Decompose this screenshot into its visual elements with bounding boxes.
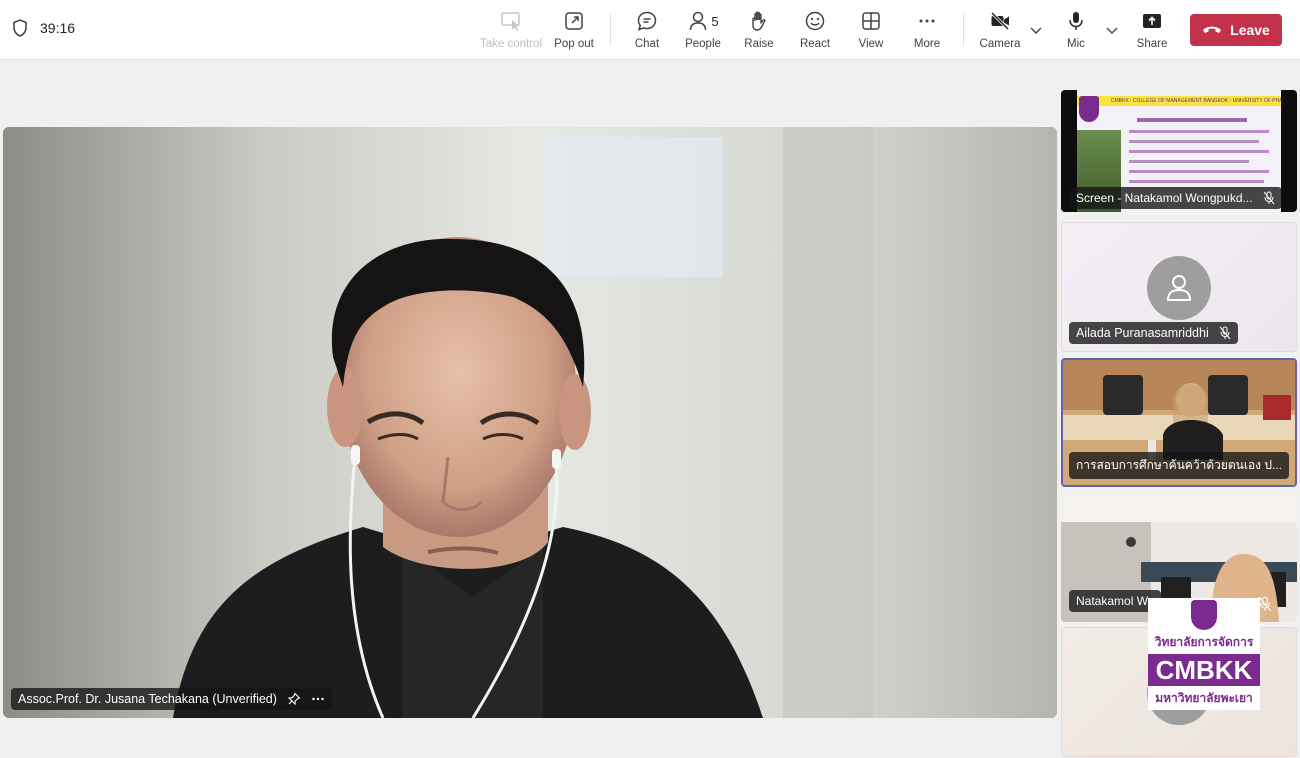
meeting-timer: 39:16	[12, 19, 75, 37]
main-speaker-nametag: Assoc.Prof. Dr. Jusana Techakana (Unveri…	[11, 688, 332, 710]
camera-off-icon	[990, 11, 1010, 31]
camera-label: Camera	[979, 38, 1021, 50]
pop-out-icon	[565, 12, 583, 30]
watermark-line3: มหาวิทยาลัยพะเยา	[1155, 691, 1253, 705]
speaker-video-frame	[3, 127, 1057, 718]
participant-nametag: การสอบการศึกษาค้นคว้าด้วยตนเอง ป...	[1069, 452, 1289, 479]
take-control-label: Take control	[480, 38, 543, 50]
university-crest-icon	[1191, 600, 1217, 630]
hang-up-icon	[1203, 26, 1222, 33]
mic-off-icon	[1258, 596, 1272, 612]
cmbkk-watermark: วิทยาลัยการจัดการ CMBKK มหาวิทยาลัยพะเยา	[1148, 598, 1260, 710]
screen-share-name: Screen - Natakamol Wongpukd...	[1076, 191, 1253, 205]
people-icon	[690, 11, 707, 31]
participant-tile[interactable]: Ailada Puranasamriddhi	[1061, 222, 1297, 352]
slide-header: CMBKK : COLLEGE OF MANAGEMENT BANGKOK - …	[1077, 96, 1281, 106]
mic-off-icon	[1219, 326, 1231, 340]
take-control-icon	[501, 12, 520, 31]
mic-off-icon	[1263, 191, 1274, 205]
avatar	[1147, 256, 1211, 320]
people-count-badge: 5	[711, 13, 719, 29]
elapsed-time: 39:16	[40, 20, 76, 36]
toolbar-divider	[963, 14, 964, 46]
person-icon	[1166, 275, 1192, 301]
smiley-icon	[805, 11, 825, 31]
toolbar-divider	[610, 14, 611, 46]
mic-label: Mic	[1067, 38, 1085, 50]
shield-icon	[13, 19, 27, 37]
participant-name: การสอบการศึกษาค้นคว้าด้วยตนเอง ป...	[1076, 458, 1282, 472]
camera-options-chevron[interactable]	[1029, 20, 1043, 40]
pop-out-label: Pop out	[554, 38, 594, 50]
raise-hand-button[interactable]: Raise	[729, 10, 789, 54]
microphone-icon	[1069, 12, 1083, 30]
grid-view-icon	[862, 12, 880, 30]
more-button[interactable]: More	[897, 10, 957, 54]
people-label: People	[685, 38, 721, 50]
more-options-icon[interactable]	[311, 692, 325, 706]
slide-text-line	[1129, 160, 1249, 163]
share-screen-icon	[1143, 14, 1161, 28]
slide-text-line	[1129, 130, 1269, 133]
chat-button[interactable]: Chat	[617, 10, 677, 54]
share-button[interactable]: Share	[1122, 10, 1182, 54]
slide-text-line	[1129, 170, 1269, 173]
slide-text-line	[1129, 180, 1264, 183]
more-label: More	[913, 38, 941, 50]
screen-share-tile[interactable]: CMBKK : COLLEGE OF MANAGEMENT BANGKOK - …	[1061, 90, 1297, 212]
more-icon	[919, 19, 935, 23]
raise-label: Raise	[744, 38, 774, 50]
view-button[interactable]: View	[841, 10, 901, 54]
people-button[interactable]: 5 People	[673, 10, 733, 54]
watermark-line1: วิทยาลัยการจัดการ	[1154, 635, 1254, 649]
slide-text-line	[1137, 118, 1247, 122]
screen-share-nametag: Screen - Natakamol Wongpukd...	[1069, 187, 1282, 209]
leave-button[interactable]: Leave	[1190, 14, 1282, 46]
slide-text-line	[1129, 140, 1259, 143]
react-label: React	[799, 38, 831, 50]
view-label: View	[858, 38, 884, 50]
chat-label: Chat	[634, 38, 660, 50]
mic-options-chevron[interactable]	[1105, 20, 1119, 40]
active-participant-tile[interactable]: การสอบการศึกษาค้นคว้าด้วยตนเอง ป...	[1061, 358, 1297, 487]
chevron-down-icon	[1106, 27, 1118, 34]
main-speaker-video[interactable]: Assoc.Prof. Dr. Jusana Techakana (Unveri…	[3, 127, 1057, 718]
participant-name: Ailada Puranasamriddhi	[1076, 326, 1209, 340]
slide-text-line	[1129, 150, 1269, 153]
take-control-button[interactable]: Take control	[480, 10, 543, 54]
share-label: Share	[1136, 38, 1168, 50]
camera-button[interactable]: Camera	[970, 10, 1030, 54]
pin-icon[interactable]	[287, 692, 301, 706]
raise-hand-icon	[752, 11, 766, 31]
chevron-down-icon	[1030, 27, 1042, 34]
participant-nametag: Ailada Puranasamriddhi	[1069, 322, 1238, 344]
people-icon-group: 5	[687, 10, 719, 32]
main-speaker-name: Assoc.Prof. Dr. Jusana Techakana (Unveri…	[18, 692, 277, 706]
mic-off-indicator	[1258, 596, 1274, 612]
react-button[interactable]: React	[785, 10, 845, 54]
pop-out-button[interactable]: Pop out	[544, 10, 604, 54]
participant-name: Natakamol Wo	[1076, 594, 1155, 608]
chat-icon	[637, 11, 657, 31]
leave-label: Leave	[1230, 22, 1270, 38]
meeting-toolbar: 39:16 Take control Pop out Chat 5 People…	[0, 0, 1300, 60]
watermark-brand: CMBKK	[1148, 654, 1260, 686]
university-logo-icon	[1079, 96, 1099, 122]
mic-button[interactable]: Mic	[1046, 10, 1106, 54]
